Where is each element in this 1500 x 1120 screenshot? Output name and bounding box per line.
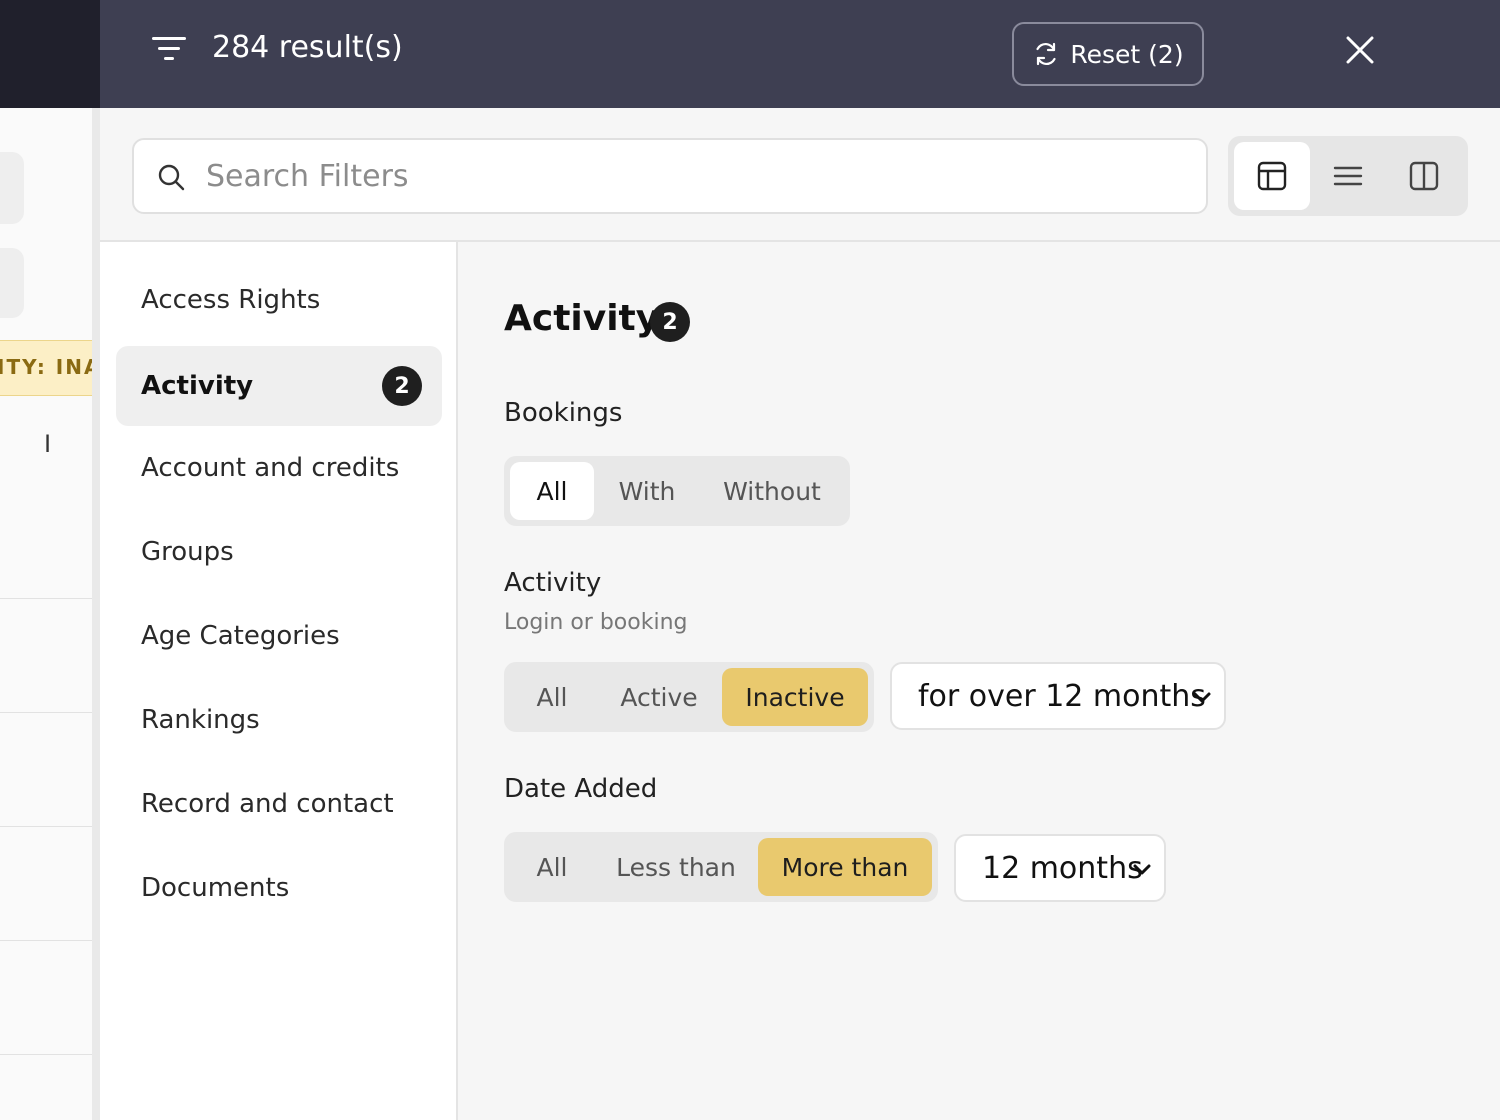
nav-item-label: Record and contact — [141, 789, 394, 819]
chevron-down-icon — [1193, 692, 1211, 703]
activity-option-all[interactable]: All — [510, 668, 594, 726]
view-panel-button[interactable] — [1234, 142, 1310, 210]
title-count-badge: 2 — [650, 302, 690, 342]
date-added-period-select[interactable]: 12 months — [954, 834, 1166, 902]
results-count: 284 result(s) — [212, 30, 403, 65]
activity-period-select[interactable]: for over 12 months — [890, 662, 1226, 730]
view-columns-button[interactable] — [1386, 142, 1462, 210]
reset-button[interactable]: Reset (2) — [1012, 22, 1204, 86]
close-button[interactable] — [1340, 28, 1380, 72]
activity-period-value: for over 12 months — [918, 678, 1206, 714]
reset-label: Reset (2) — [1070, 39, 1184, 69]
filter-drawer: 284 result(s) Reset (2) Search Filters A… — [100, 0, 1500, 1120]
background-topbar — [0, 0, 100, 108]
nav-item-groups[interactable]: Groups — [116, 512, 442, 592]
date-added-option-all[interactable]: All — [510, 838, 594, 896]
refresh-icon — [1036, 42, 1056, 66]
background-page: ITY: INAC I — [0, 0, 100, 1120]
date-added-segmented-control: All Less than More than — [504, 832, 938, 902]
filter-category-nav: Access Rights Activity 2 Account and cre… — [100, 242, 458, 1120]
activity-option-inactive[interactable]: Inactive — [722, 668, 868, 726]
background-row-divider — [0, 826, 100, 827]
close-icon — [1346, 36, 1374, 64]
drawer-shadow — [92, 108, 100, 1120]
drawer-header: 284 result(s) Reset (2) — [100, 0, 1500, 108]
nav-item-access-rights[interactable]: Access Rights — [116, 260, 442, 340]
view-list-button[interactable] — [1310, 142, 1386, 210]
nav-item-label: Groups — [141, 537, 234, 567]
activity-sublabel: Login or booking — [504, 610, 688, 635]
search-icon — [158, 164, 185, 191]
nav-item-label: Account and credits — [141, 453, 400, 483]
activity-segmented-control: All Active Inactive — [504, 662, 874, 732]
nav-item-age-categories[interactable]: Age Categories — [116, 596, 442, 676]
nav-item-account-and-credits[interactable]: Account and credits — [116, 428, 442, 508]
nav-item-label: Rankings — [141, 705, 260, 735]
background-row-divider — [0, 1054, 100, 1055]
activity-label: Activity — [504, 568, 602, 598]
date-added-period-value: 12 months — [982, 850, 1143, 886]
search-input[interactable] — [206, 150, 1186, 202]
background-filter-chip: ITY: INAC — [0, 340, 100, 396]
nav-item-activity[interactable]: Activity 2 — [116, 346, 442, 426]
section-title: Activity — [504, 298, 660, 339]
bookings-segmented-control: All With Without — [504, 456, 850, 526]
search-bar — [132, 138, 1208, 214]
filter-icon — [152, 37, 186, 60]
nav-item-label: Documents — [141, 873, 290, 903]
bookings-option-all[interactable]: All — [510, 462, 594, 520]
layout-panel-icon — [1257, 161, 1287, 191]
nav-item-label: Access Rights — [141, 285, 321, 315]
nav-item-documents[interactable]: Documents — [116, 848, 442, 928]
nav-item-record-and-contact[interactable]: Record and contact — [116, 764, 442, 844]
bookings-label: Bookings — [504, 398, 623, 428]
columns-icon — [1409, 161, 1439, 191]
nav-item-rankings[interactable]: Rankings — [116, 680, 442, 760]
background-row-divider — [0, 712, 100, 713]
chevron-down-icon — [1133, 864, 1151, 875]
nav-item-label: Activity — [141, 371, 254, 401]
date-added-option-more-than[interactable]: More than — [758, 838, 932, 896]
nav-item-label: Age Categories — [141, 621, 340, 651]
activity-option-active[interactable]: Active — [600, 668, 718, 726]
bookings-option-without[interactable]: Without — [708, 462, 836, 520]
bookings-option-with[interactable]: With — [600, 462, 694, 520]
count-badge: 2 — [382, 366, 422, 406]
date-added-option-less-than[interactable]: Less than — [608, 838, 744, 896]
view-mode-toggle — [1228, 136, 1468, 216]
background-field — [0, 152, 24, 224]
background-row-divider — [0, 940, 100, 941]
date-added-label: Date Added — [504, 774, 658, 804]
background-row-divider — [0, 598, 100, 599]
background-field — [0, 248, 24, 318]
text-cursor: I — [44, 430, 52, 458]
list-icon — [1333, 166, 1363, 186]
